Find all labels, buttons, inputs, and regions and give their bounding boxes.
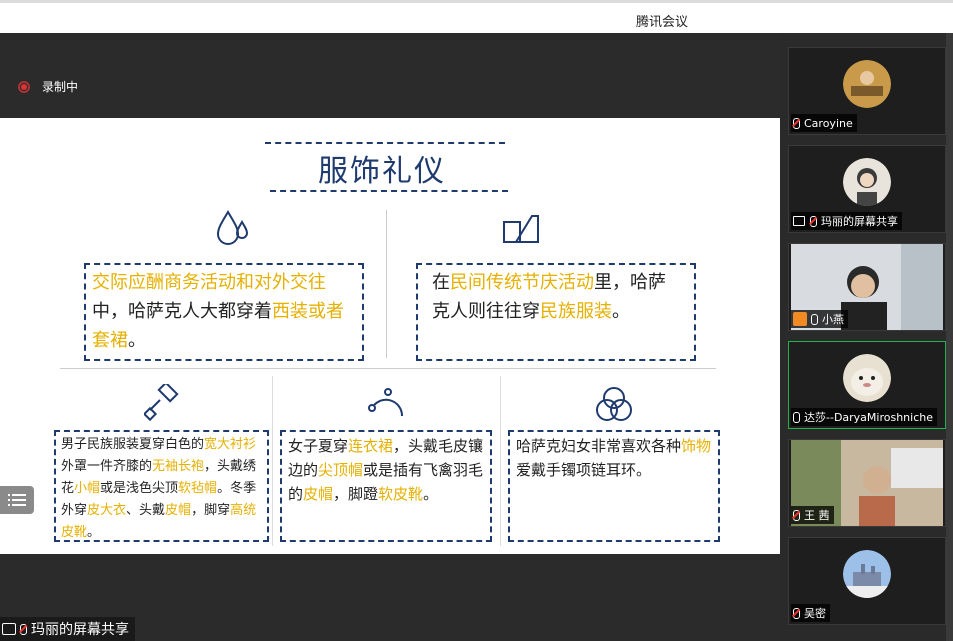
participant-name: 小燕 [791,310,848,328]
divider-vertical [386,210,387,358]
text-box-festival-attire: 在民间传统节庆活动里，哈萨克人则往往穿民族服装。 [416,263,696,361]
avatar [843,550,891,598]
text-box-business-attire: 交际应酬商务活动和对外交往中，哈萨克人大都穿着西装或者套裙。 [84,263,364,361]
slide-title: 服饰礼仪 [318,154,446,189]
divider-vertical-2 [272,376,273,546]
participant-tile[interactable]: 王 茜 [788,439,946,527]
text-box-accessories: 哈萨克妇女非常喜欢各种饰物爱戴手镯项链耳环。 [508,430,720,542]
recording-label: 录制中 [42,80,79,94]
app-title: 腾讯会议 [636,15,689,30]
divider-horizontal [60,368,716,369]
participant-name: Caroyine [791,114,857,132]
water-drops-icon [216,210,249,245]
mic-muted-icon [793,509,800,521]
participant-tile[interactable]: 玛丽的屏幕共享 [788,145,946,233]
screen-share-icon [793,216,805,226]
mic-icon [793,411,800,423]
host-icon [793,312,807,326]
paint-roller-icon [144,384,179,422]
presentation-slide: 服饰礼仪 交际应酬商务活动和对外交往中，哈萨克人大都穿着西装或者套裙。 在民间传… [0,118,780,554]
pen-curve-icon [368,388,404,417]
mic-muted-icon [793,607,800,619]
list-menu-button[interactable] [0,486,34,514]
participant-tile[interactable]: 吴密 [788,537,946,625]
avatar [843,354,891,402]
participant-sidebar: Caroyine 玛丽的屏幕共享 小燕 达莎--DaryaMiroshniche… [780,33,953,641]
venn-circles-icon [596,387,632,421]
title-divider-bottom [270,190,508,192]
record-icon [18,80,30,93]
sidebar-scrollbar[interactable] [946,33,953,641]
participant-name: 王 茜 [791,506,834,524]
participant-tile[interactable]: 小燕 [788,243,946,331]
participant-name: 玛丽的屏幕共享 [791,212,902,230]
list-icon [8,494,26,506]
participant-tile[interactable]: Caroyine [788,47,946,135]
title-divider-top [265,142,505,144]
mic-muted-icon [793,117,800,129]
divider-vertical-3 [500,376,501,546]
avatar [843,60,891,108]
mic-icon [811,313,818,325]
shapes-icon [503,215,539,243]
mic-muted-icon [20,623,27,635]
participant-name: 吴密 [791,604,830,622]
text-box-women-attire: 女子夏穿连衣裙，头戴毛皮镶边的尖顶帽或是插有飞禽羽毛的皮帽，脚蹬软皮靴。 [280,430,492,542]
participant-name: 达莎--DaryaMiroshniche [791,408,937,426]
screen-share-icon [2,623,16,635]
screen-share-label: 玛丽的屏幕共享 [0,617,135,641]
recording-indicator[interactable]: 录制中 [18,78,78,95]
participant-tile[interactable]: 达莎--DaryaMiroshniche [788,341,946,429]
title-bar: 腾讯会议 [0,0,953,33]
mic-muted-icon [810,215,817,227]
avatar [843,158,891,206]
text-box-men-attire: 男子民族服装夏穿白色的宽大衬衫外罩一件齐膝的无袖长袍，头戴绣花小帽或是浅色尖顶软… [54,430,269,542]
